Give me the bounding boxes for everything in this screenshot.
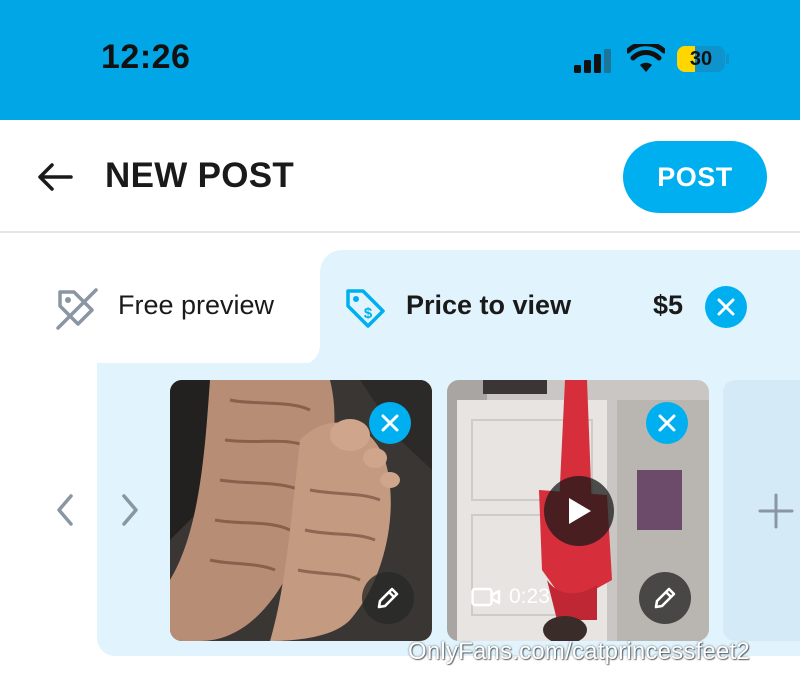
signal-icon — [574, 49, 611, 73]
status-time: 12:26 — [101, 38, 191, 76]
remove-media-button[interactable] — [369, 402, 411, 444]
play-button[interactable] — [544, 476, 614, 546]
tab-free-preview[interactable]: Free preview — [0, 250, 320, 362]
tag-slash-icon — [56, 288, 98, 330]
page-title: NEW POST — [105, 156, 295, 195]
add-media-button[interactable] — [723, 380, 800, 641]
clear-price-button[interactable] — [705, 286, 747, 328]
close-icon — [658, 414, 676, 432]
chevron-right-icon[interactable] — [115, 490, 145, 530]
price-value: $5 — [653, 290, 684, 320]
plus-icon — [758, 493, 794, 528]
tab-free-preview-label: Free preview — [118, 290, 275, 320]
remove-media-button[interactable] — [646, 402, 688, 444]
arrow-left-icon — [38, 163, 73, 191]
wifi-icon — [627, 44, 665, 72]
battery-level: 30 — [689, 48, 713, 70]
media-item-photo[interactable] — [170, 380, 432, 641]
price-tag-icon: $ — [346, 289, 385, 328]
close-icon — [717, 298, 735, 316]
chevron-left-icon[interactable] — [50, 490, 80, 530]
svg-text:$: $ — [364, 305, 373, 322]
video-camera-icon — [471, 587, 501, 607]
play-icon — [569, 498, 591, 524]
tab-price-to-view[interactable]: $ Price to view $5 — [320, 250, 800, 365]
pencil-icon — [654, 587, 676, 609]
edit-media-button[interactable] — [639, 572, 691, 624]
tab-price-to-view-label: Price to view — [406, 290, 572, 320]
edit-media-button[interactable] — [362, 572, 414, 624]
post-button[interactable]: POST — [623, 141, 767, 213]
media-item-video[interactable]: 0:23 — [447, 380, 709, 641]
pencil-icon — [377, 587, 399, 609]
pricing-tabs: Free preview $ Price to view $5 — [0, 235, 800, 365]
tab-corner — [300, 345, 320, 365]
battery-icon: 30 — [676, 45, 730, 73]
header: NEW POST POST — [0, 120, 800, 233]
watermark: OnlyFans.com/catprincessfeet2 — [408, 638, 750, 665]
status-bar: 12:26 30 — [0, 0, 800, 120]
video-duration: 0:23 — [471, 585, 550, 609]
video-duration-text: 0:23 — [509, 585, 550, 608]
close-icon — [381, 414, 399, 432]
back-button[interactable] — [30, 157, 80, 197]
